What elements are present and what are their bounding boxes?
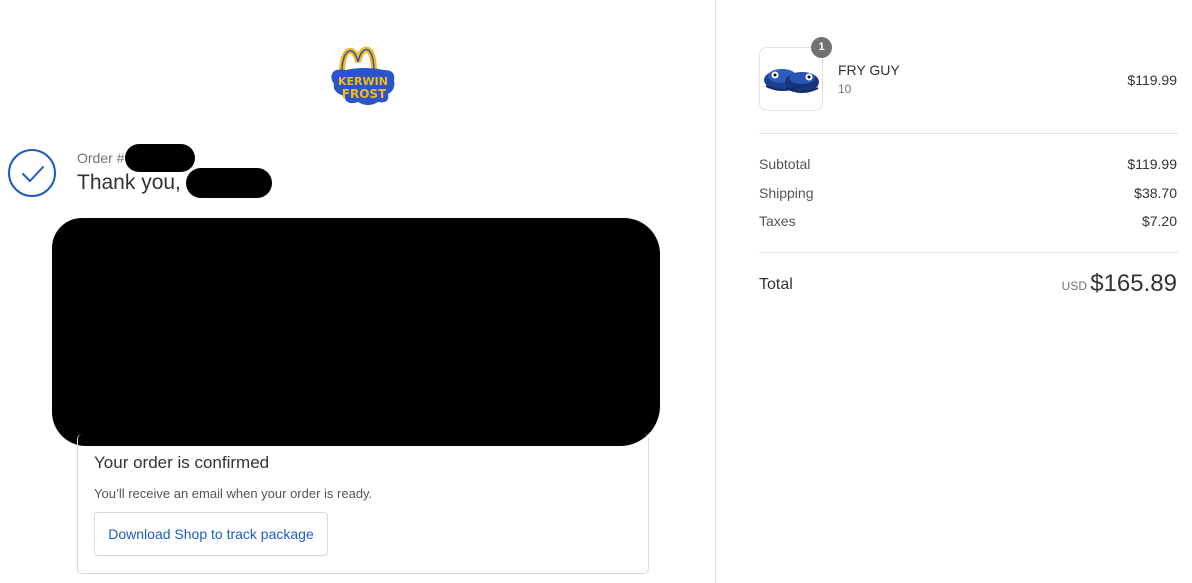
product-name: FRY GUY <box>838 62 900 78</box>
logo-text-bottom: FROST <box>342 87 387 101</box>
taxes-value: $7.20 <box>1141 213 1177 229</box>
shipping-label: Shipping <box>759 185 814 201</box>
redacted-customer-name <box>186 168 272 198</box>
order-summary-sidebar: 1 FRY GUY 10 $119.99 Subtotal $119.99 Sh… <box>715 0 1192 583</box>
shipping-value: $38.70 <box>1134 185 1177 201</box>
total-value: $165.89 <box>1090 270 1177 297</box>
total-label: Total <box>759 276 793 293</box>
store-logo[interactable]: KERWIN FROST <box>328 40 398 110</box>
download-shop-button[interactable]: Download Shop to track package <box>94 512 328 556</box>
checkmark-icon <box>8 149 56 197</box>
shoe-image <box>764 69 819 93</box>
order-confirmed-message: You’ll receive an email when your order … <box>94 486 373 501</box>
order-number-label: Order # <box>77 150 125 166</box>
order-status-page: KERWIN FROST Order # Thank you, Your ord… <box>0 0 1192 583</box>
product-thumbnail[interactable] <box>759 47 823 111</box>
total-divider <box>759 252 1178 253</box>
product-variant: 10 <box>838 82 852 96</box>
currency-code: USD <box>1061 279 1087 293</box>
summary-divider <box>759 133 1178 134</box>
main-content: KERWIN FROST Order # Thank you, Your ord… <box>0 0 716 583</box>
taxes-label: Taxes <box>759 213 796 229</box>
subtotal-value: $119.99 <box>1127 156 1177 172</box>
order-confirmed-card: Your order is confirmed You’ll receive a… <box>77 434 649 574</box>
thank-you-heading: Thank you, <box>77 171 181 194</box>
redacted-content-block <box>52 218 660 446</box>
quantity-badge: 1 <box>811 37 832 58</box>
subtotal-label: Subtotal <box>759 156 811 172</box>
redacted-order-number <box>125 144 195 172</box>
order-confirmed-title: Your order is confirmed <box>94 453 270 472</box>
product-price: $119.99 <box>1127 72 1177 88</box>
